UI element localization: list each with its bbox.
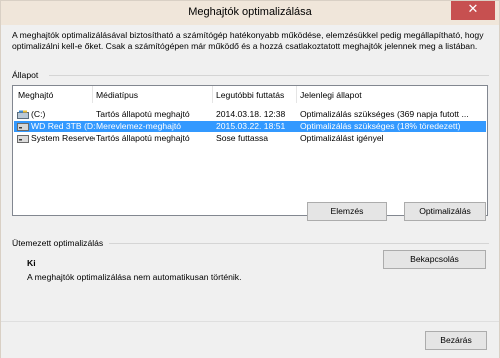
drive-list-header: Meghajtó Médiatípus Legutóbbi futtatás J… <box>13 86 487 103</box>
drive-row-system-reserved[interactable]: System Reserved Tartós állapotú meghajtó… <box>14 133 486 144</box>
analyze-button[interactable]: Elemzés <box>307 202 387 221</box>
status-section-label: Állapot <box>12 70 39 80</box>
status-divider <box>49 75 489 76</box>
drive-status: Optimalizálás szükséges (369 napja futot… <box>300 109 469 119</box>
title-bar[interactable]: Meghajtók optimalizálása ✕ <box>1 1 499 25</box>
drive-status: Optimalizálást igényel <box>300 133 384 143</box>
media-type: Merevlemez-meghajtó <box>96 121 182 131</box>
footer-bar: Bezárás <box>1 321 499 358</box>
schedule-description: A meghajtók optimalizálása nem automatik… <box>27 272 242 282</box>
intro-text: A meghajtók optimalizálásával biztosítha… <box>12 30 484 51</box>
close-icon: ✕ <box>467 2 479 17</box>
column-header-status[interactable]: Jelenlegi állapot <box>300 90 362 100</box>
optimize-drives-window: Meghajtók optimalizálása ✕ A meghajtók o… <box>0 0 500 358</box>
optimize-button[interactable]: Optimalizálás <box>404 202 486 221</box>
media-type: Tartós állapotú meghajtó <box>96 109 190 119</box>
last-run: 2015.03.22. 18:51 <box>216 121 286 131</box>
drive-list[interactable]: Meghajtó Médiatípus Legutóbbi futtatás J… <box>12 85 488 216</box>
drive-icon <box>17 135 29 143</box>
drive-status: Optimalizálás szükséges (18% töredezett) <box>300 121 461 131</box>
drive-name: (C:) <box>31 109 46 119</box>
drive-name: WD Red 3TB (D:) <box>31 121 95 131</box>
drive-row-c[interactable]: (C:) Tartós állapotú meghajtó 2014.03.18… <box>14 109 486 120</box>
ssd-drive-icon <box>17 110 29 119</box>
last-run: 2014.03.18. 12:38 <box>216 109 286 119</box>
last-run: Sose futtassa <box>216 133 269 143</box>
close-window-button[interactable]: ✕ <box>451 1 495 20</box>
column-header-media[interactable]: Médiatípus <box>96 90 138 100</box>
column-divider[interactable] <box>92 86 93 103</box>
main-content: A meghajtók optimalizálásával biztosítha… <box>1 25 499 321</box>
media-type: Tartós állapotú meghajtó <box>96 133 190 143</box>
column-header-drive[interactable]: Meghajtó <box>18 90 53 100</box>
scheduled-section-label: Ütemezett optimalizálás <box>12 238 104 248</box>
window-title: Meghajtók optimalizálása <box>188 6 312 18</box>
scheduled-divider <box>109 243 489 244</box>
column-divider[interactable] <box>296 86 297 103</box>
schedule-state: Ki <box>27 258 36 268</box>
column-header-last-run[interactable]: Legutóbbi futtatás <box>216 90 284 100</box>
turn-on-schedule-button[interactable]: Bekapcsolás <box>383 250 486 269</box>
close-button[interactable]: Bezárás <box>425 331 487 350</box>
column-divider[interactable] <box>212 86 213 103</box>
drive-row-d[interactable]: WD Red 3TB (D:) Merevlemez-meghajtó 2015… <box>14 121 486 132</box>
hdd-drive-icon <box>17 123 29 131</box>
drive-name: System Reserved <box>31 133 95 143</box>
